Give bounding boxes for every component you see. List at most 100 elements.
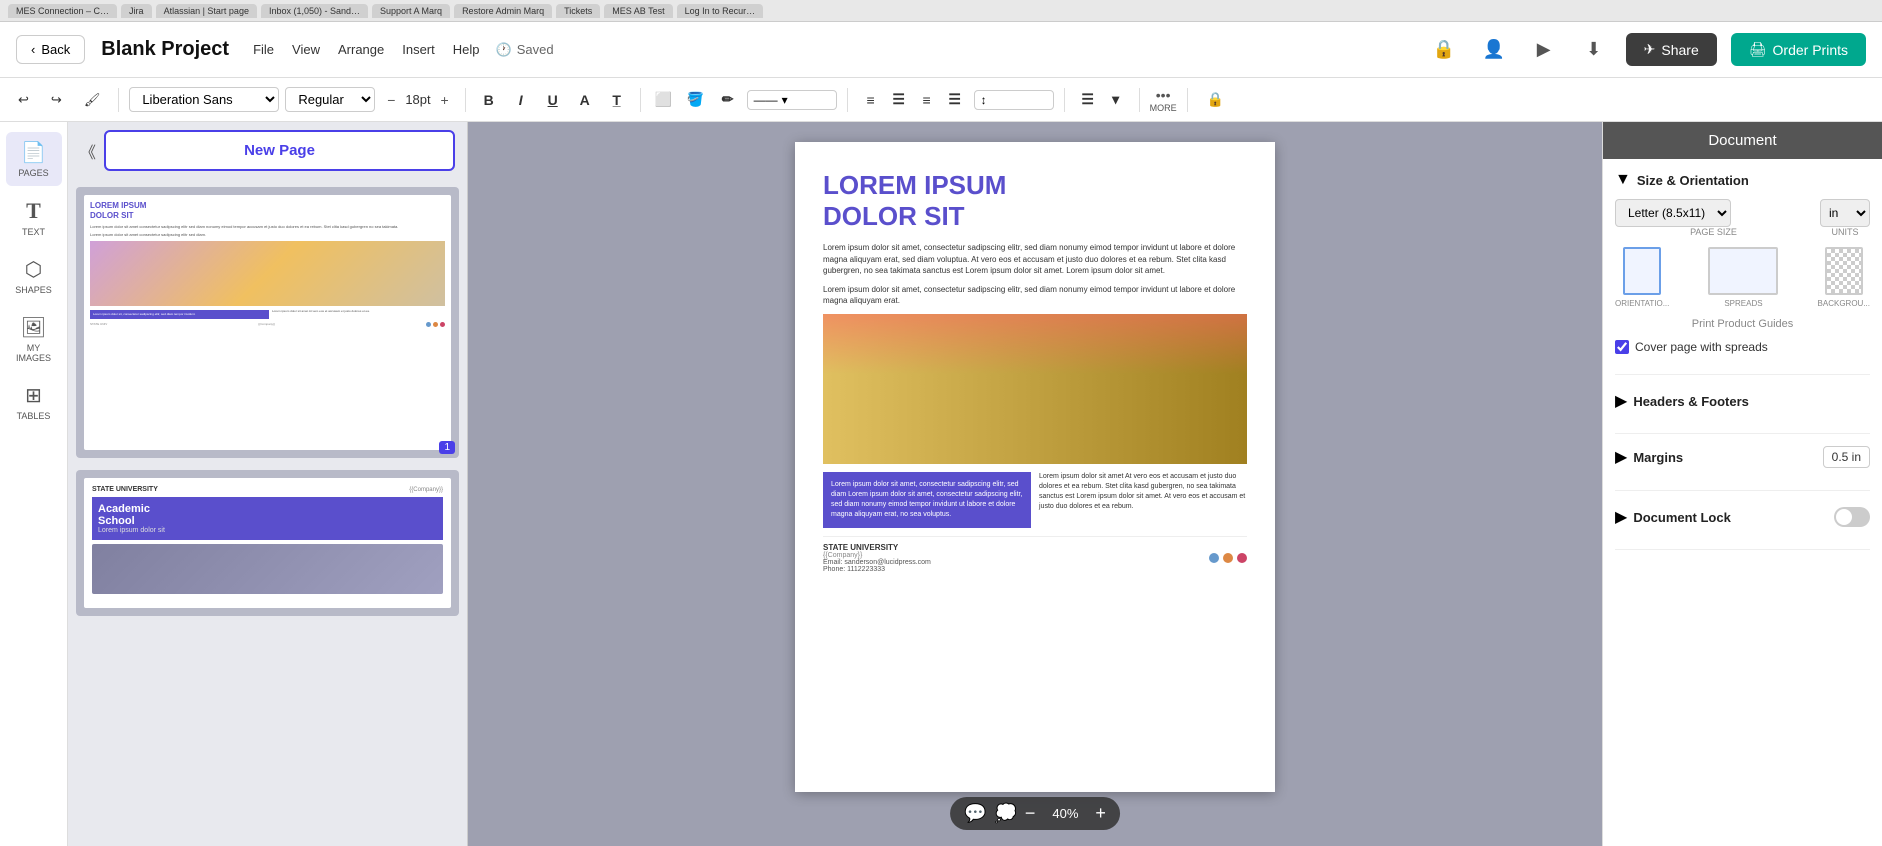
page-1-thumbnail[interactable]: LOREM IPSUMDOLOR SIT Lorem ipsum dolor s… (76, 187, 459, 458)
sidebar-item-my-images[interactable]: 🖼 MY IMAGES (6, 307, 62, 371)
zoom-out-button[interactable]: − (1025, 803, 1036, 824)
thumb-image (90, 241, 445, 306)
play-button[interactable]: ▶ (1526, 32, 1562, 68)
page-number-badge: 1 (439, 441, 455, 454)
menu-arrange[interactable]: Arrange (338, 42, 384, 57)
download-button[interactable]: ⬇ (1576, 32, 1612, 68)
headers-footers-section: ▶ Headers & Footers (1615, 391, 1870, 434)
list-control: ☰ ▾ (1075, 87, 1129, 113)
cover-page-checkbox[interactable] (1615, 340, 1629, 354)
align-left-button[interactable]: ≡ (858, 87, 884, 113)
menu-help[interactable]: Help (453, 42, 480, 57)
browser-tab[interactable]: Restore Admin Marq (454, 4, 552, 18)
thumb-page2-content: STATE UNIVERSITY {{Company}} Academic Sc… (84, 478, 451, 602)
font-style-select[interactable]: Regular (285, 87, 375, 112)
print-product-guides-link[interactable]: Print Product Guides (1615, 318, 1870, 330)
font-size-increase-button[interactable]: + (435, 92, 455, 108)
zoom-in-button[interactable]: + (1095, 803, 1106, 824)
list-type-button[interactable]: ▾ (1103, 87, 1129, 113)
stroke-color-button[interactable]: ✏ (715, 87, 741, 113)
portrait-option[interactable]: ORIENTATIO... (1615, 247, 1669, 308)
browser-tab[interactable]: Tickets (556, 4, 600, 18)
underline-button[interactable]: U (540, 87, 566, 113)
browser-tab[interactable]: Jira (121, 4, 152, 18)
chat-button[interactable]: 💭 (994, 803, 1016, 824)
comment-button[interactable]: 💬 (964, 803, 986, 824)
saved-status: 🕐 Saved (496, 42, 554, 58)
line-spacing-control[interactable]: ↕ (974, 90, 1054, 110)
text-color-button[interactable]: A (572, 87, 598, 113)
zoom-value: 40% (1043, 806, 1087, 821)
fill-color-button[interactable]: 🪣 (683, 87, 709, 113)
browser-tab[interactable]: Support A Marq (372, 4, 450, 18)
size-orientation-header[interactable]: ▼ Size & Orientation (1615, 171, 1870, 189)
order-prints-button[interactable]: 🖨 Order Prints (1731, 33, 1866, 66)
document-title: LOREM IPSUM DOLOR SIT (823, 170, 1247, 232)
font-family-select[interactable]: Liberation Sans (129, 87, 279, 112)
page-size-select[interactable]: Letter (8.5x11) (1615, 199, 1731, 227)
sidebar-item-pages[interactable]: 📄 PAGES (6, 132, 62, 186)
toolbar: ↩ ↪ 🖌 Liberation Sans Regular − 18pt + B… (0, 78, 1882, 122)
thumb-lower-section: Lorem ipsum dolor sit, consectetur sadip… (90, 310, 445, 320)
document-lock-toggle[interactable] (1834, 507, 1870, 527)
bullet-list-button[interactable]: ☰ (1075, 87, 1101, 113)
left-sidebar: 📄 PAGES T TEXT ⬡ SHAPES 🖼 MY IMAGES ⊞ TA… (0, 122, 68, 846)
lock-button[interactable]: 🔒 (1426, 32, 1462, 68)
lock-toolbar-button[interactable]: 🔒 (1198, 82, 1234, 118)
margins-header[interactable]: ▶ Margins 0.5 in (1615, 446, 1870, 468)
menu-view[interactable]: View (292, 42, 320, 57)
browser-tab[interactable]: Inbox (1,050) - Sand… (261, 4, 368, 18)
menu-insert[interactable]: Insert (402, 42, 435, 57)
align-justify-button[interactable]: ☰ (942, 87, 968, 113)
thumb-footer-logo: STATE UNIV (90, 322, 107, 327)
spreads-option[interactable]: SPREADS (1708, 247, 1778, 308)
sidebar-label-pages: PAGES (18, 168, 48, 178)
menu-file[interactable]: File (253, 42, 274, 57)
page-2-thumbnail[interactable]: STATE UNIVERSITY {{Company}} Academic Sc… (76, 470, 459, 616)
document-lock-header[interactable]: ▶ Document Lock (1615, 507, 1870, 527)
sidebar-item-tables[interactable]: ⊞ TABLES (6, 375, 62, 429)
margins-label: Margins (1633, 450, 1683, 465)
browser-tab[interactable]: Log In to Recur… (677, 4, 764, 18)
browser-tab[interactable]: MES Connection – C… (8, 4, 117, 18)
stroke-width-control[interactable]: —— ▾ (747, 90, 837, 110)
lock-icon: 🔒 (1432, 39, 1454, 60)
thumb-body-text2: Lorem ipsum dolor sit amet consectetur s… (90, 232, 445, 237)
browser-tab[interactable]: MES AB Test (604, 4, 672, 18)
cover-page-row: Cover page with spreads (1615, 340, 1870, 354)
redo-icon: ↪ (51, 92, 62, 108)
align-right-button[interactable]: ≡ (914, 87, 940, 113)
italic-button[interactable]: I (508, 87, 534, 113)
section-expand-arrow: ▶ (1615, 447, 1627, 467)
collapse-panel-button[interactable]: 《 (80, 139, 96, 163)
more-options-button[interactable]: ••• MORE (1150, 87, 1177, 113)
user-add-button[interactable]: 👤 (1476, 32, 1512, 68)
page-1-thumb-inner: LOREM IPSUMDOLOR SIT Lorem ipsum dolor s… (84, 195, 451, 450)
undo-button[interactable]: ↩ (10, 88, 37, 112)
document-lower-right: Lorem ipsum dolor sit amet At vero eos e… (1039, 472, 1247, 527)
bold-button[interactable]: B (476, 87, 502, 113)
text-style-button[interactable]: T̲ (604, 87, 630, 113)
format-painter-button[interactable]: 🖌 (76, 88, 109, 112)
new-page-button[interactable]: New Page (104, 130, 455, 171)
right-panel-title: Document (1708, 132, 1776, 149)
portrait-icon (1623, 247, 1661, 295)
font-size-decrease-button[interactable]: − (381, 92, 401, 108)
toggle-knob (1836, 509, 1852, 525)
document-body-text2: Lorem ipsum dolor sit amet, consectetur … (823, 284, 1247, 306)
units-select[interactable]: in (1820, 199, 1870, 227)
sidebar-item-text[interactable]: T TEXT (6, 190, 62, 245)
share-button[interactable]: ✈ Share (1626, 33, 1717, 66)
align-center-button[interactable]: ☰ (886, 87, 912, 113)
back-button[interactable]: ‹ Back (16, 35, 85, 64)
background-option[interactable]: BACKGROU... (1818, 247, 1870, 308)
text-box-button[interactable]: ⬜ (651, 87, 677, 113)
headers-footers-header[interactable]: ▶ Headers & Footers (1615, 391, 1870, 411)
tables-icon: ⊞ (25, 383, 42, 408)
sidebar-item-shapes[interactable]: ⬡ SHAPES (6, 249, 62, 303)
redo-button[interactable]: ↪ (43, 88, 70, 112)
document-lower-left: Lorem ipsum dolor sit amet, consectetur … (823, 472, 1031, 527)
browser-tab[interactable]: Atlassian | Start page (156, 4, 257, 18)
margins-value[interactable]: 0.5 in (1823, 446, 1870, 468)
pages-icon: 📄 (21, 140, 46, 165)
